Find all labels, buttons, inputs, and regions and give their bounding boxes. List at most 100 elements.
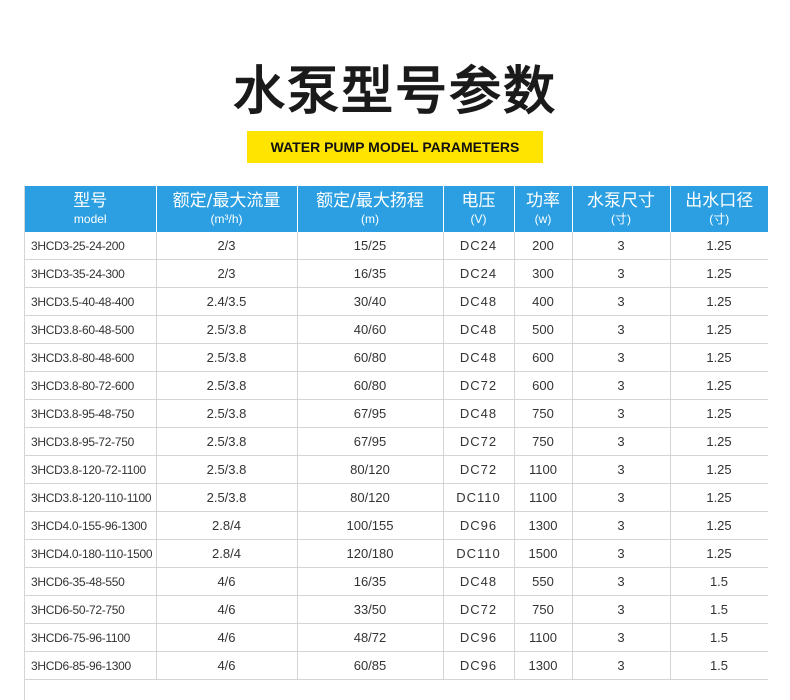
power-cell: 550 bbox=[514, 567, 573, 596]
voltage-cell: DC48 bbox=[443, 343, 515, 372]
outlet-size-cell: 1.25 bbox=[670, 539, 768, 568]
voltage-cell: DC24 bbox=[443, 259, 515, 288]
table-row: 3HCD6-85-96-1300 4/6 60/85 DC96 1300 3 1.5 bbox=[25, 651, 768, 680]
table-row: 3HCD3-25-24-200 2/3 15/25 DC24 200 3 1.25 bbox=[25, 232, 768, 260]
pump-size-cell: 3 bbox=[572, 483, 671, 512]
model-cell: 3HCD3.8-95-72-750 bbox=[25, 427, 157, 456]
header-power: 功率 (w) bbox=[514, 186, 573, 232]
power-cell: 1100 bbox=[514, 623, 573, 652]
parameters-table: 型号 model 额定/最大流量 (m³/h) 额定/最大扬程 (m) 电压 (V) 功率 (w)… bbox=[25, 186, 768, 680]
outlet-size-cell: 1.25 bbox=[670, 232, 768, 260]
model-cell: 3HCD6-50-72-750 bbox=[25, 595, 157, 624]
flow-cell: 4/6 bbox=[156, 595, 298, 624]
column-header-label: 水泵尺寸 bbox=[587, 191, 655, 211]
flow-cell: 4/6 bbox=[156, 623, 298, 652]
outlet-size-cell: 1.5 bbox=[670, 567, 768, 596]
header-head: 额定/最大扬程 (m) bbox=[297, 186, 444, 232]
voltage-cell: DC96 bbox=[443, 651, 515, 680]
model-cell: 3HCD6-85-96-1300 bbox=[25, 651, 157, 680]
column-header-unit: model bbox=[73, 212, 107, 226]
column-header-unit: (寸) bbox=[611, 212, 631, 226]
voltage-cell: DC96 bbox=[443, 623, 515, 652]
column-header-label: 功率 bbox=[526, 191, 560, 211]
power-cell: 1300 bbox=[514, 651, 573, 680]
model-cell: 3HCD3.8-80-48-600 bbox=[25, 343, 157, 372]
pump-size-cell: 3 bbox=[572, 371, 671, 400]
model-cell: 3HCD3.8-120-110-1100 bbox=[25, 483, 157, 512]
outlet-size-cell: 1.25 bbox=[670, 343, 768, 372]
column-header-unit: (m) bbox=[361, 212, 379, 226]
head-cell: 120/180 bbox=[297, 539, 444, 568]
flow-cell: 2.5/3.8 bbox=[156, 371, 298, 400]
head-cell: 67/95 bbox=[297, 399, 444, 428]
flow-cell: 2.8/4 bbox=[156, 511, 298, 540]
header-row: 型号 model 额定/最大流量 (m³/h) 额定/最大扬程 (m) 电压 (V) 功率 (w)… bbox=[25, 186, 768, 232]
voltage-cell: DC72 bbox=[443, 371, 515, 400]
header-outlet-size: 出水口径 (寸) bbox=[670, 186, 768, 232]
column-header-unit: (w) bbox=[534, 212, 552, 226]
pump-size-cell: 3 bbox=[572, 623, 671, 652]
power-cell: 1500 bbox=[514, 539, 573, 568]
model-cell: 3HCD3.8-80-72-600 bbox=[25, 371, 157, 400]
head-cell: 60/80 bbox=[297, 343, 444, 372]
voltage-cell: DC24 bbox=[443, 232, 515, 260]
outlet-size-cell: 1.5 bbox=[670, 595, 768, 624]
table-row: 3HCD4.0-155-96-1300 2.8/4 100/155 DC96 1300 3… bbox=[25, 511, 768, 540]
outlet-size-cell: 1.25 bbox=[670, 371, 768, 400]
power-cell: 1300 bbox=[514, 511, 573, 540]
model-cell: 3HCD3-25-24-200 bbox=[25, 232, 157, 260]
head-cell: 100/155 bbox=[297, 511, 444, 540]
power-cell: 750 bbox=[514, 399, 573, 428]
column-header-label: 额定/最大扬程 bbox=[316, 191, 424, 211]
model-cell: 3HCD3.8-120-72-1100 bbox=[25, 455, 157, 484]
power-cell: 500 bbox=[514, 315, 573, 344]
table-row: 3HCD4.0-180-110-1500 2.8/4 120/180 DC110 150… bbox=[25, 539, 768, 568]
model-cell: 3HCD3.5-40-48-400 bbox=[25, 287, 157, 316]
column-header-unit: (寸) bbox=[709, 212, 730, 226]
table-row: 3HCD3.8-120-110-1100 2.5/3.8 80/120 DC110 11… bbox=[25, 483, 768, 512]
outlet-size-cell: 1.25 bbox=[670, 287, 768, 316]
pump-size-cell: 3 bbox=[572, 343, 671, 372]
table-row: 3HCD3.8-80-48-600 2.5/3.8 60/80 DC48 600 3 1.2… bbox=[25, 343, 768, 372]
flow-cell: 4/6 bbox=[156, 651, 298, 680]
table-row: 3HCD6-75-96-1100 4/6 48/72 DC96 1100 3 1.5 bbox=[25, 623, 768, 652]
outlet-size-cell: 1.5 bbox=[670, 651, 768, 680]
voltage-cell: DC72 bbox=[443, 427, 515, 456]
outlet-size-cell: 1.25 bbox=[670, 399, 768, 428]
power-cell: 1100 bbox=[514, 455, 573, 484]
outlet-size-cell: 1.25 bbox=[670, 259, 768, 288]
table-row: 3HCD3.8-95-48-750 2.5/3.8 67/95 DC48 750 3 1.2… bbox=[25, 399, 768, 428]
head-cell: 40/60 bbox=[297, 315, 444, 344]
header-pump-size: 水泵尺寸 (寸) bbox=[572, 186, 671, 232]
header-voltage: 电压 (V) bbox=[443, 186, 515, 232]
head-cell: 80/120 bbox=[297, 483, 444, 512]
voltage-cell: DC72 bbox=[443, 455, 515, 484]
flow-cell: 2.4/3.5 bbox=[156, 287, 298, 316]
pump-size-cell: 3 bbox=[572, 232, 671, 260]
outlet-size-cell: 1.25 bbox=[670, 315, 768, 344]
pump-size-cell: 3 bbox=[572, 651, 671, 680]
flow-cell: 2.5/3.8 bbox=[156, 455, 298, 484]
table-row: 3HCD3.8-95-72-750 2.5/3.8 67/95 DC72 750 3 1.2… bbox=[25, 427, 768, 456]
column-header-label: 额定/最大流量 bbox=[172, 191, 281, 211]
table-row: 3HCD3.8-60-48-500 2.5/3.8 40/60 DC48 500 3 1.2… bbox=[25, 315, 768, 344]
power-cell: 600 bbox=[514, 371, 573, 400]
table-header: 型号 model 额定/最大流量 (m³/h) 额定/最大扬程 (m) 电压 (V) 功率 (w)… bbox=[25, 186, 768, 232]
outlet-size-cell: 1.25 bbox=[670, 455, 768, 484]
flow-cell: 4/6 bbox=[156, 567, 298, 596]
table-row: 3HCD3-35-24-300 2/3 16/35 DC24 300 3 1.25 bbox=[25, 259, 768, 288]
pump-size-cell: 3 bbox=[572, 567, 671, 596]
table-row: 3HCD3.8-120-72-1100 2.5/3.8 80/120 DC72 1100… bbox=[25, 455, 768, 484]
head-cell: 33/50 bbox=[297, 595, 444, 624]
flow-cell: 2.5/3.8 bbox=[156, 427, 298, 456]
model-cell: 3HCD4.0-180-110-1500 bbox=[25, 539, 157, 568]
pump-size-cell: 3 bbox=[572, 287, 671, 316]
flow-cell: 2.5/3.8 bbox=[156, 483, 298, 512]
pump-size-cell: 3 bbox=[572, 511, 671, 540]
head-cell: 16/35 bbox=[297, 567, 444, 596]
power-cell: 300 bbox=[514, 259, 573, 288]
table-row: 3HCD6-50-72-750 4/6 33/50 DC72 750 3 1.5 bbox=[25, 595, 768, 624]
head-cell: 48/72 bbox=[297, 623, 444, 652]
pump-size-cell: 3 bbox=[572, 539, 671, 568]
power-cell: 750 bbox=[514, 595, 573, 624]
